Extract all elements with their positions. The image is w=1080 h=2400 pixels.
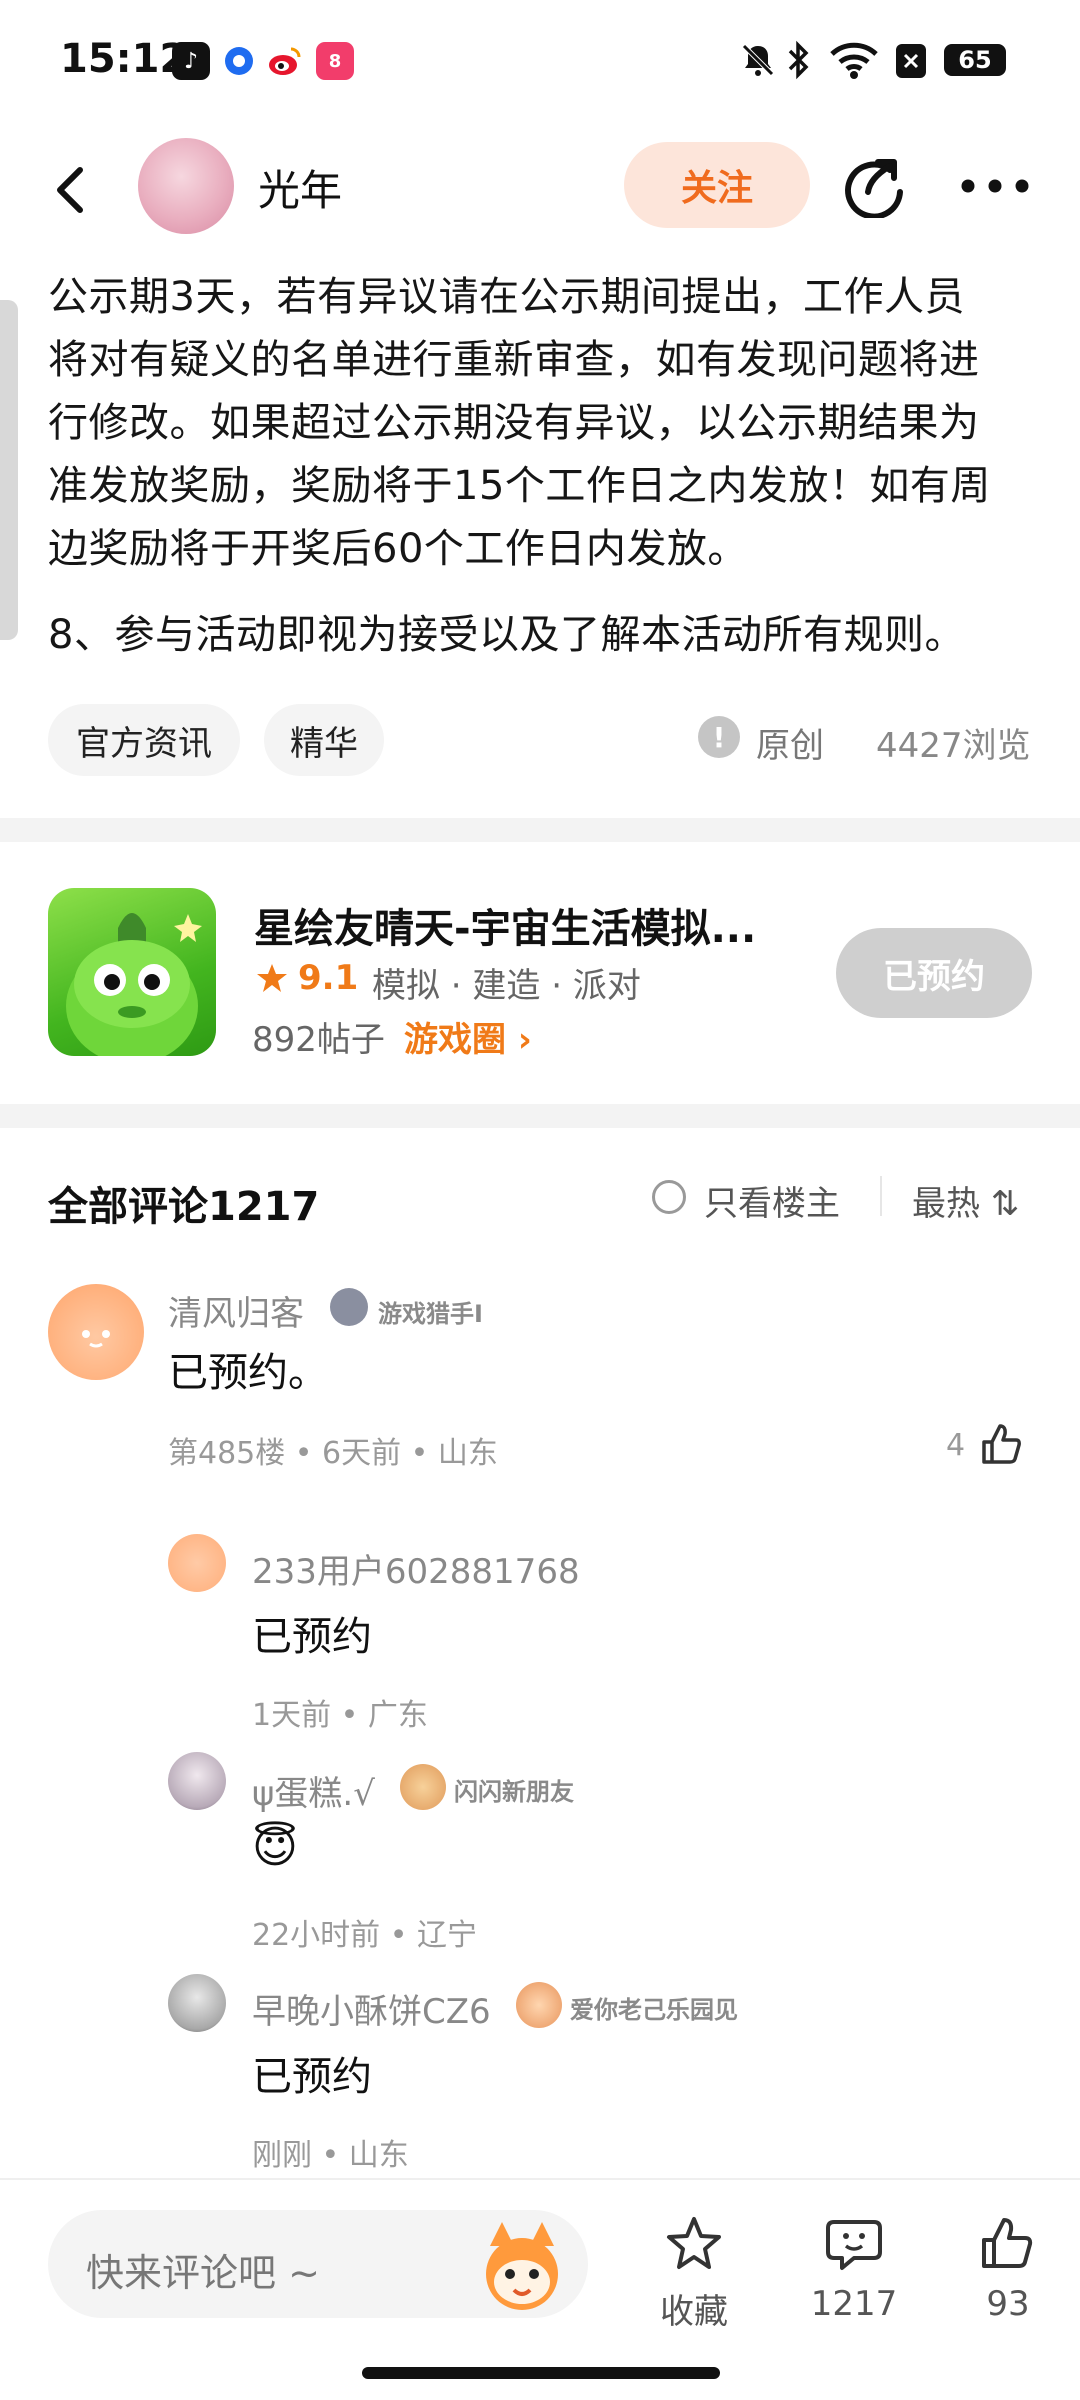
paragraph-line: 行修改。如果超过公示期没有异议，以公示期结果为 (48, 400, 980, 446)
only-owner-label[interactable]: 只看楼主 (704, 1176, 840, 1225)
sort-toggle[interactable]: 最热 ⇅ (912, 1176, 1019, 1225)
comments-title: 全部评论1217 (48, 1184, 320, 1230)
divider (880, 1176, 882, 1216)
reply-avatar[interactable] (168, 1752, 226, 1810)
badge-icon (516, 1982, 562, 2028)
article-paragraph: 公示期3天，若有异议请在公示期间提出，工作人员 将对有疑义的名单进行重新审查，如… (48, 266, 1038, 581)
follow-button[interactable]: 关注 (624, 142, 810, 228)
comment-text: 已预约。 (168, 1350, 328, 1396)
reply-meta: 刚刚 • 山东 (252, 2138, 409, 2173)
commenter-avatar[interactable] (48, 1284, 144, 1380)
comment-placeholder[interactable]: 快来评论吧 ~ (86, 2242, 320, 2297)
star-outline-icon[interactable] (664, 2214, 724, 2274)
comment-meta: 第485楼 • 6天前 • 山东 (168, 1436, 498, 1471)
paragraph-line: 公示期3天，若有异议请在公示期间提出，工作人员 (48, 274, 965, 320)
tiktok-icon: ♪ (172, 42, 210, 80)
user-badge: 闪闪新朋友 (454, 1778, 574, 1806)
sim-icon (894, 38, 928, 82)
reply-text: 已预约 (252, 2054, 372, 2100)
reply-user[interactable]: ψ蛋糕.√ (252, 1766, 375, 1815)
back-button[interactable] (46, 160, 96, 220)
section-divider (0, 818, 1080, 842)
reply-text: 😇 (252, 1822, 298, 1873)
battery-icon: 65 (944, 44, 1006, 76)
collect-label[interactable]: 收藏 (634, 2284, 754, 2333)
star-icon (257, 964, 287, 992)
bottom-divider (0, 2178, 1080, 2180)
author-avatar[interactable] (138, 138, 234, 234)
original-label: 原创 (756, 726, 824, 766)
game-rating: 9.1 (256, 958, 358, 998)
badge-icon (330, 1288, 368, 1326)
weibo-icon (266, 42, 304, 80)
badge-icon (400, 1764, 446, 1810)
info-icon: ! (698, 716, 740, 758)
rule-8-text: 8、参与活动即视为接受以及了解本活动所有规则。 (48, 612, 965, 658)
game-circle-link[interactable]: 游戏圈 › (404, 1012, 532, 1061)
reply-meta: 1天前 • 广东 (252, 1698, 428, 1733)
commenter-name[interactable]: 清风归客 (168, 1286, 304, 1335)
post-count: 892帖子 (252, 1020, 385, 1060)
home-indicator[interactable] (362, 2367, 720, 2379)
bluetooth-icon (786, 38, 812, 82)
more-icon[interactable] (960, 178, 1030, 194)
reply-user[interactable]: 233用户602881768 (252, 1544, 580, 1593)
game-icon[interactable] (48, 888, 216, 1056)
mute-icon (738, 38, 778, 82)
status-time: 15:12 (60, 36, 188, 82)
edge-handle[interactable] (0, 300, 18, 640)
wifi-icon (828, 38, 880, 82)
reply-user[interactable]: 早晚小酥饼CZ6 (252, 1984, 491, 2033)
tag-official-news[interactable]: 官方资讯 (48, 704, 240, 776)
reserved-button[interactable]: 已预约 (836, 928, 1032, 1018)
tag-featured[interactable]: 精华 (264, 704, 384, 776)
reply-avatar[interactable] (168, 1974, 226, 2032)
share-icon[interactable] (842, 152, 908, 220)
view-count: 4427浏览 (876, 726, 1031, 766)
paragraph-line: 准发放奖励，奖励将于15个工作日之内发放！如有周 (48, 463, 991, 509)
rating-value: 9.1 (298, 958, 359, 998)
comment-icon[interactable] (824, 2214, 884, 2274)
game-title[interactable]: 星绘友晴天-宇宙生活模拟... (254, 896, 756, 954)
only-owner-radio[interactable] (652, 1180, 686, 1214)
user-badge: 游戏猎手I (378, 1300, 483, 1328)
like-count-total[interactable]: 93 (948, 2284, 1068, 2324)
paragraph-line: 将对有疑义的名单进行重新审查，如有发现问题将进 (48, 337, 980, 383)
reply-text: 已预约 (252, 1614, 372, 1660)
like-icon[interactable] (978, 2214, 1038, 2274)
like-count: 4 (946, 1428, 966, 1463)
paragraph-line: 边奖励将于开奖后60个工作日内发放。 (48, 526, 748, 572)
browser-icon (220, 42, 258, 80)
thumbs-up-icon[interactable] (978, 1420, 1026, 1468)
mascot-icon[interactable] (472, 2216, 572, 2316)
comment-count[interactable]: 1217 (794, 2284, 914, 2324)
section-divider (0, 1104, 1080, 1128)
author-name[interactable]: 光年 (258, 157, 342, 218)
user-badge: 爱你老己乐园见 (570, 1996, 738, 2024)
reply-avatar[interactable] (168, 1534, 226, 1592)
game-tags: 模拟 · 建造 · 派对 (372, 966, 641, 1006)
app-icon: 8 (316, 42, 354, 80)
reply-meta: 22小时前 • 辽宁 (252, 1918, 477, 1953)
